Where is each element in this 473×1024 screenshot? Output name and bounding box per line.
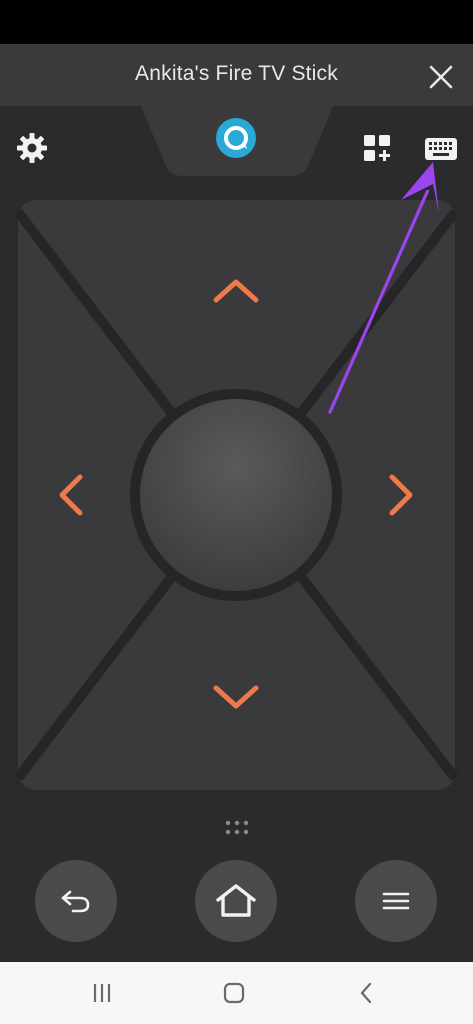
close-icon xyxy=(429,65,453,89)
recents-icon xyxy=(93,984,111,1002)
settings-button[interactable] xyxy=(14,130,50,166)
menu-button[interactable] xyxy=(355,860,437,942)
device-title: Ankita's Fire TV Stick xyxy=(135,62,338,85)
drag-dots-icon xyxy=(225,820,249,835)
close-button[interactable] xyxy=(422,58,460,96)
system-back-button[interactable] xyxy=(347,978,387,1008)
hamburger-menu-icon xyxy=(382,892,410,910)
recents-button[interactable] xyxy=(82,978,122,1008)
status-bar xyxy=(0,0,473,44)
system-home-button[interactable] xyxy=(214,978,254,1008)
back-arrow-icon xyxy=(61,890,90,913)
drag-handle[interactable] xyxy=(222,818,252,838)
home-button[interactable] xyxy=(195,860,277,942)
select-button[interactable] xyxy=(140,399,332,591)
alexa-button[interactable] xyxy=(214,116,258,160)
alexa-ring-icon xyxy=(216,118,256,158)
back-button[interactable] xyxy=(35,860,117,942)
apps-grid-plus-icon xyxy=(364,135,390,161)
home-square-icon xyxy=(223,982,245,1004)
gear-icon xyxy=(17,133,47,163)
annotation-arrowhead xyxy=(401,162,439,214)
back-chevron-icon xyxy=(360,982,372,1004)
dpad xyxy=(14,190,459,790)
apps-button[interactable] xyxy=(360,132,394,166)
home-icon xyxy=(216,884,256,917)
